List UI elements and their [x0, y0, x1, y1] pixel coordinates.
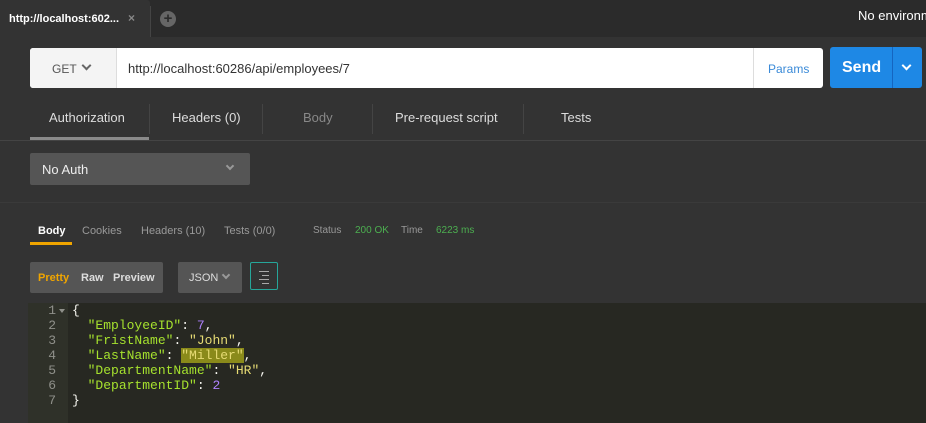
json-value: 2 [212, 378, 221, 393]
response-tab-cookies[interactable]: Cookies [82, 225, 122, 237]
response-tab-headers[interactable]: Headers (10) [141, 225, 205, 237]
method-label: GET [52, 62, 77, 76]
chevron-down-icon [225, 161, 235, 171]
time-label: Time [401, 225, 423, 236]
wrap-lines-icon[interactable] [250, 262, 278, 290]
tab-divider [262, 104, 263, 134]
tab-headers[interactable]: Headers (0) [172, 110, 241, 125]
code-line: { [72, 303, 80, 318]
format-type-label: JSON [189, 272, 219, 284]
request-tab-title: http://localhost:602... [9, 13, 120, 25]
close-icon[interactable]: × [128, 11, 135, 25]
tab-tests[interactable]: Tests [561, 110, 591, 125]
json-key: "FristName" [87, 333, 174, 348]
code-line: "FristName": "John", [87, 333, 244, 348]
json-value: "John" [189, 333, 236, 348]
url-bar: GET http://localhost:60286/api/employees… [30, 48, 823, 88]
method-dropdown[interactable]: GET [30, 48, 117, 88]
format-type-select[interactable]: JSON [178, 262, 242, 293]
send-button[interactable]: Send [830, 47, 922, 88]
active-tab-indicator [30, 242, 72, 245]
fold-arrow-icon[interactable] [59, 309, 65, 313]
time-value: 6223 ms [436, 225, 475, 236]
status-label: Status [313, 225, 342, 236]
code-line: "EmployeeID": 7, [87, 318, 213, 333]
response-body-editor[interactable]: 1 2 3 4 5 6 7 { "EmployeeID": 7, "FristN… [28, 303, 926, 423]
code-line: "DepartmentName": "HR", [87, 363, 268, 378]
tab-body[interactable]: Body [303, 110, 333, 125]
line-number: 4 [48, 348, 56, 363]
auth-type-label: No Auth [42, 162, 89, 177]
environment-selector[interactable]: No environm [858, 8, 926, 23]
status-value: 200 OK [355, 225, 389, 236]
code-line: "DepartmentID": 2 [87, 378, 221, 393]
code-line: } [72, 393, 80, 408]
plus-icon[interactable]: + [160, 11, 176, 27]
json-key: "EmployeeID" [87, 318, 182, 333]
json-brace: { [72, 303, 80, 318]
format-toggle-group: Pretty Raw Preview [30, 262, 163, 293]
chevron-down-icon [81, 60, 92, 71]
tab-bar: http://localhost:602... × + No environm [0, 0, 926, 37]
send-label: Send [842, 59, 882, 76]
line-number: 3 [48, 333, 56, 348]
json-value: "HR" [228, 363, 260, 378]
request-tab[interactable]: http://localhost:602... × [0, 0, 150, 37]
json-value: 7 [196, 318, 205, 333]
json-brace: } [72, 393, 80, 408]
tab-divider [150, 6, 151, 37]
params-button[interactable]: Params [753, 48, 823, 88]
send-divider [892, 47, 893, 88]
json-key: "DepartmentID" [87, 378, 197, 393]
tab-divider [523, 104, 524, 134]
divider [0, 202, 926, 203]
chevron-down-icon [221, 270, 231, 280]
response-tab-tests[interactable]: Tests (0/0) [224, 225, 275, 237]
line-number-gutter: 1 2 3 4 5 6 7 [28, 303, 68, 423]
line-number: 6 [48, 378, 56, 393]
code-line: "LastName": "Miller", [87, 348, 252, 363]
tab-authorization[interactable]: Authorization [49, 110, 125, 125]
tab-divider [372, 104, 373, 134]
tab-divider [149, 104, 150, 134]
json-key: "LastName" [87, 348, 166, 363]
raw-button[interactable]: Raw [81, 272, 104, 284]
preview-button[interactable]: Preview [113, 272, 155, 284]
line-number: 5 [48, 363, 56, 378]
auth-type-select[interactable]: No Auth [30, 153, 250, 185]
json-key: "DepartmentName" [87, 363, 213, 378]
pretty-button[interactable]: Pretty [38, 272, 69, 284]
line-number: 1 [48, 303, 56, 318]
chevron-down-icon[interactable] [901, 60, 912, 71]
url-input[interactable]: http://localhost:60286/api/employees/7 [128, 61, 350, 76]
divider [0, 140, 926, 141]
json-value-highlighted: "Miller" [181, 348, 244, 363]
response-tab-body[interactable]: Body [38, 225, 66, 237]
line-number: 7 [48, 393, 56, 408]
tab-pre-request-script[interactable]: Pre-request script [395, 110, 498, 125]
line-number: 2 [48, 318, 56, 333]
